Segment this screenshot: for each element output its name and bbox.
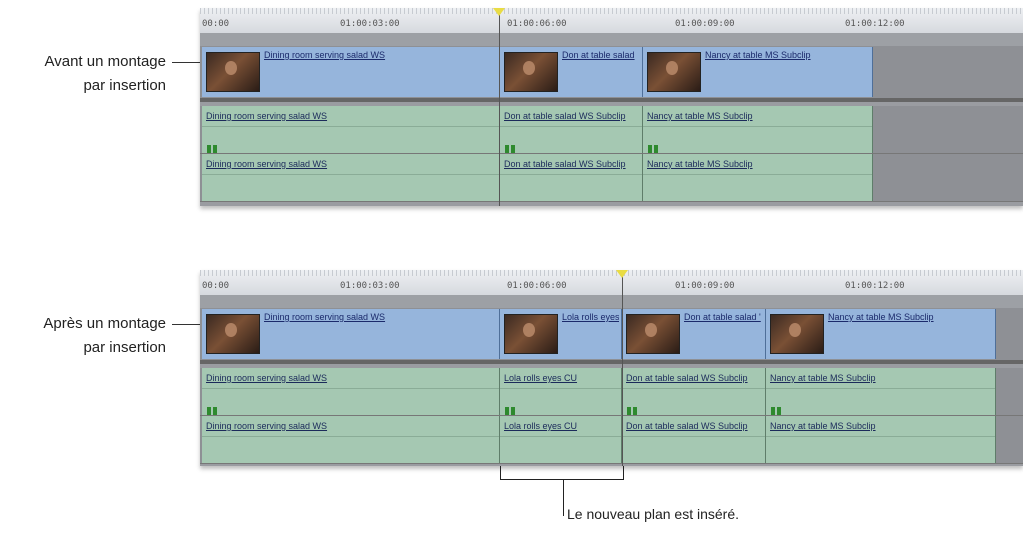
- timecode-label: 00:00: [202, 19, 230, 29]
- clip-thumbnail: [647, 52, 701, 92]
- audio-clip[interactable]: Don at table salad WS Subclip: [622, 368, 766, 415]
- video-clip[interactable]: Don at table salad: [500, 47, 643, 97]
- bracket-pointer-line: [563, 480, 564, 516]
- clip-name: Don at table salad WS Subclip: [626, 421, 748, 431]
- audio-clip[interactable]: Nancy at table MS Subclip: [643, 154, 873, 201]
- clip-name: Nancy at table MS Subclip: [770, 421, 876, 431]
- audio-clip[interactable]: Don at table salad WS Subclip: [622, 416, 766, 463]
- audio-clip[interactable]: Dining room serving salad WS: [202, 106, 500, 153]
- audio-track-1: Dining room serving salad WS Don at tabl…: [200, 106, 1023, 154]
- clip-name: Don at table salad WS Subclip: [504, 159, 626, 169]
- playhead-marker-icon[interactable]: [616, 270, 628, 278]
- timeline-before: 00:00 01:00:03:00 01:00:06:00 01:00:09:0…: [200, 8, 1023, 206]
- clip-name: Don at table salad ': [684, 312, 761, 322]
- before-caption-line2: par insertion: [83, 77, 166, 94]
- audio-clip[interactable]: Nancy at table MS Subclip: [643, 106, 873, 153]
- video-track: Dining room serving salad WS Lola rolls …: [200, 308, 1023, 360]
- audio-clip[interactable]: Don at table salad WS Subclip: [500, 154, 643, 201]
- audio-clip[interactable]: Lola rolls eyes CU: [500, 368, 622, 415]
- before-caption-line1: Avant un montage: [44, 53, 166, 70]
- clip-name: Don at table salad WS Subclip: [504, 111, 626, 121]
- timecode-label: 01:00:12:00: [845, 19, 905, 29]
- after-caption-line1: Après un montage: [43, 315, 166, 332]
- playhead-line[interactable]: [499, 8, 500, 206]
- timecode-label: 01:00:03:00: [340, 281, 400, 291]
- clip-name: Nancy at table MS Subclip: [647, 159, 753, 169]
- clip-name: Dining room serving salad WS: [206, 159, 328, 169]
- timecode-label: 01:00:06:00: [507, 281, 567, 291]
- link-marker-icon: [771, 407, 783, 415]
- clip-name: Dining room serving salad WS: [264, 50, 386, 60]
- link-marker-icon: [207, 407, 219, 415]
- ruler-ticks: [200, 8, 1023, 14]
- audio-track-1: Dining room serving salad WS Lola rolls …: [200, 368, 1023, 416]
- link-marker-icon: [505, 407, 517, 415]
- video-clip[interactable]: Nancy at table MS Subclip: [643, 47, 873, 97]
- clip-name: Dining room serving salad WS: [206, 111, 328, 121]
- link-marker-icon: [207, 145, 219, 153]
- before-caption: Avant un montage par insertion: [0, 50, 166, 98]
- before-leader-line: [172, 62, 200, 63]
- clip-name: Dining room serving salad WS: [206, 373, 328, 383]
- timeline-after: 00:00 01:00:03:00 01:00:06:00 01:00:09:0…: [200, 270, 1023, 466]
- clip-name: Lola rolls eyes CU: [504, 421, 578, 431]
- timecode-label: 01:00:09:00: [675, 19, 735, 29]
- time-ruler[interactable]: 00:00 01:00:03:00 01:00:06:00 01:00:09:0…: [200, 8, 1023, 34]
- audio-clip[interactable]: Don at table salad WS Subclip: [500, 106, 643, 153]
- clip-thumbnail: [206, 52, 260, 92]
- clip-name: Dining room serving salad WS: [206, 421, 328, 431]
- timecode-label: 01:00:12:00: [845, 281, 905, 291]
- clip-name: Nancy at table MS Subclip: [647, 111, 753, 121]
- clip-thumbnail: [206, 314, 260, 354]
- clip-name: Nancy at table MS Subclip: [705, 50, 811, 60]
- audio-clip[interactable]: Nancy at table MS Subclip: [766, 416, 996, 463]
- insert-note: Le nouveau plan est inséré.: [567, 506, 740, 522]
- video-clip[interactable]: Dining room serving salad WS: [202, 309, 500, 359]
- audio-clip[interactable]: Dining room serving salad WS: [202, 368, 500, 415]
- ruler-ticks: [200, 270, 1023, 276]
- time-ruler[interactable]: 00:00 01:00:03:00 01:00:06:00 01:00:09:0…: [200, 270, 1023, 296]
- video-clip[interactable]: Don at table salad ': [622, 309, 766, 359]
- after-caption-line2: par insertion: [83, 339, 166, 356]
- link-marker-icon: [505, 145, 517, 153]
- video-clip[interactable]: Lola rolls eyes: [500, 309, 622, 359]
- clip-name: Nancy at table MS Subclip: [828, 312, 934, 322]
- timecode-label: 01:00:09:00: [675, 281, 735, 291]
- link-marker-icon: [627, 407, 639, 415]
- clip-name: Dining room serving salad WS: [264, 312, 386, 322]
- timecode-label: 00:00: [202, 281, 230, 291]
- audio-track-2: Dining room serving salad WS Don at tabl…: [200, 154, 1023, 202]
- video-track: Dining room serving salad WS Don at tabl…: [200, 46, 1023, 98]
- audio-clip[interactable]: Dining room serving salad WS: [202, 154, 500, 201]
- clip-thumbnail: [626, 314, 680, 354]
- video-clip[interactable]: Nancy at table MS Subclip: [766, 309, 996, 359]
- timecode-label: 01:00:03:00: [340, 19, 400, 29]
- clip-name: Don at table salad: [562, 50, 635, 60]
- audio-track-2: Dining room serving salad WS Lola rolls …: [200, 416, 1023, 464]
- audio-clip[interactable]: Dining room serving salad WS: [202, 416, 500, 463]
- clip-name: Don at table salad WS Subclip: [626, 373, 748, 383]
- clip-name: Nancy at table MS Subclip: [770, 373, 876, 383]
- audio-clip[interactable]: Lola rolls eyes CU: [500, 416, 622, 463]
- clip-name: Lola rolls eyes: [562, 312, 619, 322]
- after-leader-line: [172, 324, 200, 325]
- track-separator: [200, 98, 1023, 102]
- playhead-marker-icon[interactable]: [493, 8, 505, 16]
- track-separator: [200, 360, 1023, 364]
- after-caption: Après un montage par insertion: [0, 312, 166, 360]
- clip-thumbnail: [770, 314, 824, 354]
- clip-thumbnail: [504, 52, 558, 92]
- clip-thumbnail: [504, 314, 558, 354]
- inserted-clip-bracket: [500, 466, 624, 480]
- playhead-line[interactable]: [622, 270, 623, 466]
- video-clip[interactable]: Dining room serving salad WS: [202, 47, 500, 97]
- timecode-label: 01:00:06:00: [507, 19, 567, 29]
- audio-clip[interactable]: Nancy at table MS Subclip: [766, 368, 996, 415]
- link-marker-icon: [648, 145, 660, 153]
- clip-name: Lola rolls eyes CU: [504, 373, 578, 383]
